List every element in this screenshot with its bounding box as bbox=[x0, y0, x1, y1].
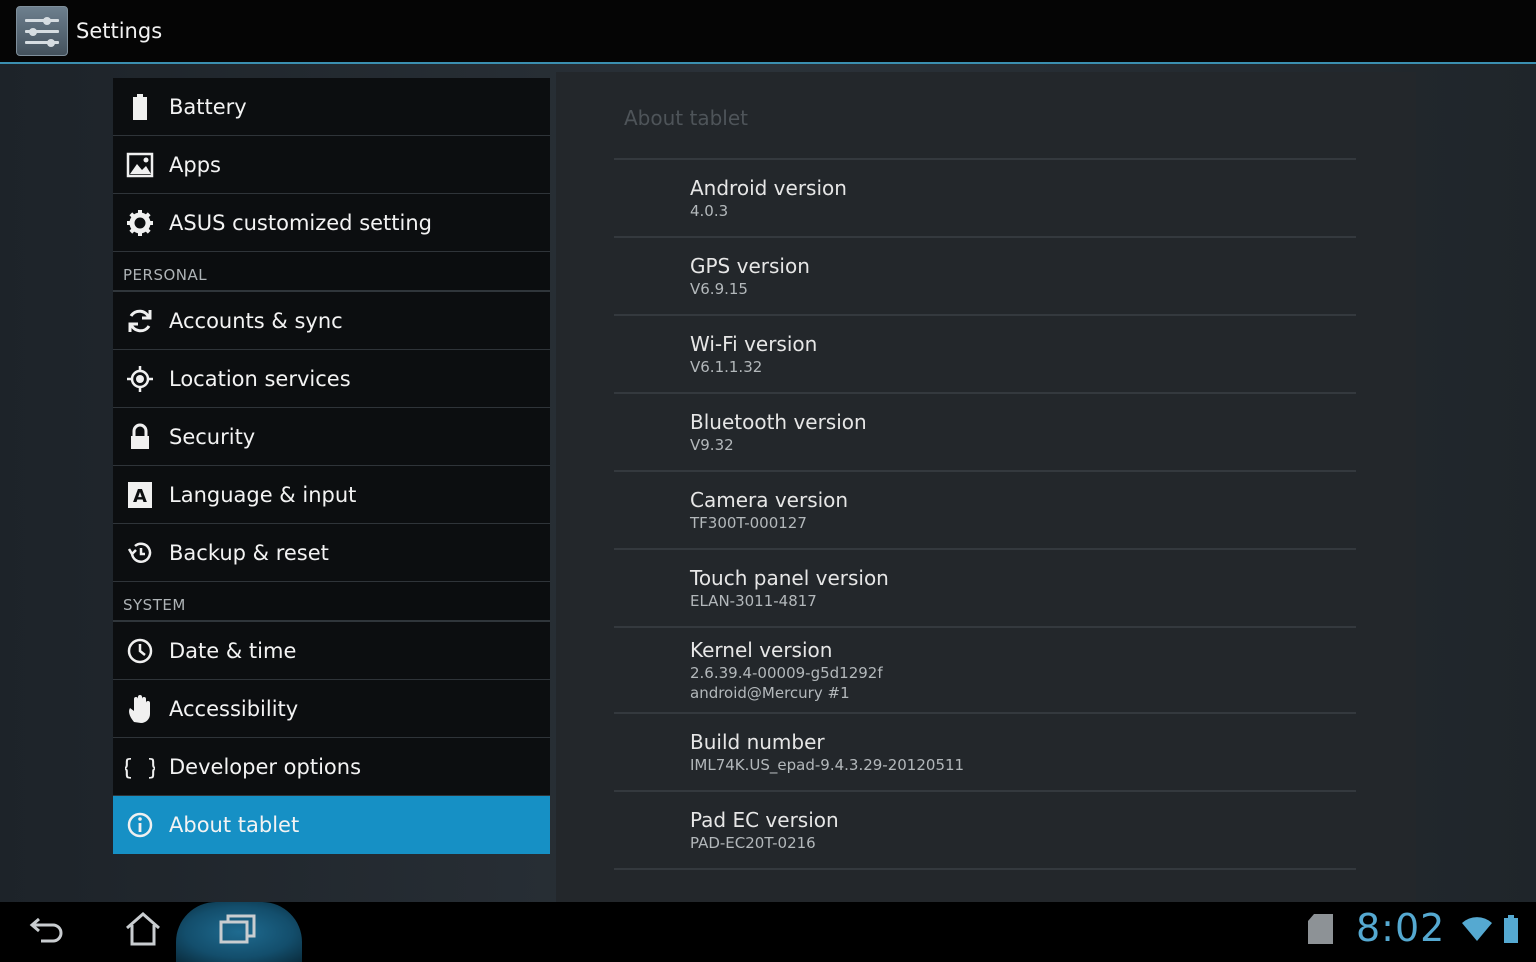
section-header-personal: PERSONAL bbox=[113, 252, 550, 292]
gear-icon bbox=[125, 208, 155, 238]
apps-icon bbox=[125, 150, 155, 180]
sidebar-item-label: Backup & reset bbox=[169, 540, 329, 565]
panel-title: About tablet bbox=[624, 106, 748, 130]
about-item-value: ELAN-3011-4817 bbox=[690, 592, 817, 610]
sidebar-item-developer-options[interactable]: { } Developer options bbox=[113, 738, 550, 796]
system-nav-bar: 8:02 bbox=[0, 902, 1536, 962]
about-item-gps-version[interactable]: GPS version V6.9.15 bbox=[614, 238, 1356, 316]
wifi-icon bbox=[1462, 916, 1492, 941]
about-item-title: Touch panel version bbox=[690, 566, 889, 590]
sd-card-status bbox=[1302, 902, 1338, 955]
about-item-title: Wi-Fi version bbox=[690, 332, 818, 356]
sidebar-item-accessibility[interactable]: Accessibility bbox=[113, 680, 550, 738]
sidebar-item-label: Language & input bbox=[169, 482, 357, 507]
about-info-list: Android version 4.0.3 GPS version V6.9.15 Wi… bbox=[614, 160, 1356, 870]
about-item-title: Bluetooth version bbox=[690, 410, 867, 434]
sidebar-item-security[interactable]: Security bbox=[113, 408, 550, 466]
sidebar-item-accounts-and-sync[interactable]: Accounts & sync bbox=[113, 292, 550, 350]
sidebar-item-apps[interactable]: Apps bbox=[113, 136, 550, 194]
about-tablet-panel: About tablet Android version 4.0.3 GPS ver… bbox=[556, 72, 1416, 902]
language-icon: A bbox=[125, 480, 155, 510]
settings-app-icon[interactable] bbox=[16, 6, 68, 56]
backup-icon bbox=[125, 538, 155, 568]
about-item-touch-panel-version[interactable]: Touch panel version ELAN-3011-4817 bbox=[614, 550, 1356, 628]
settings-main: Battery Apps ASUS customized setting PERSON… bbox=[0, 64, 1536, 902]
about-item-value: android@Mercury #1 bbox=[690, 684, 850, 702]
about-item-value: V6.9.15 bbox=[690, 280, 748, 298]
braces-icon: { } bbox=[125, 752, 155, 782]
about-item-kernel-version[interactable]: Kernel version 2.6.39.4-00009-g5d1292f and… bbox=[614, 628, 1356, 714]
sidebar-item-label: ASUS customized setting bbox=[169, 210, 432, 235]
settings-sidebar: Battery Apps ASUS customized setting PERSON… bbox=[113, 78, 550, 854]
sidebar-item-label: About tablet bbox=[169, 813, 300, 837]
hand-icon bbox=[125, 694, 155, 724]
battery-status-icon bbox=[1504, 914, 1518, 943]
lock-icon bbox=[125, 422, 155, 452]
sd-card-icon bbox=[1308, 913, 1333, 944]
sidebar-item-battery[interactable]: Battery bbox=[113, 78, 550, 136]
sidebar-item-language-and-input[interactable]: A Language & input bbox=[113, 466, 550, 524]
sidebar-item-label: Date & time bbox=[169, 638, 297, 663]
recent-apps-icon bbox=[219, 914, 256, 943]
home-icon bbox=[126, 911, 160, 945]
about-item-title: GPS version bbox=[690, 254, 810, 278]
action-bar: Settings bbox=[0, 0, 1536, 64]
sidebar-item-label: Apps bbox=[169, 152, 221, 177]
sidebar-item-label: Accounts & sync bbox=[169, 308, 343, 333]
about-item-value: TF300T-000127 bbox=[690, 514, 807, 532]
about-item-build-number[interactable]: Build number IML74K.US_epad-9.4.3.29-2012… bbox=[614, 714, 1356, 792]
about-item-pad-ec-version[interactable]: Pad EC version PAD-EC20T-0216 bbox=[614, 792, 1356, 870]
location-icon bbox=[125, 364, 155, 394]
about-item-value: V6.1.1.32 bbox=[690, 358, 763, 376]
sidebar-item-label: Security bbox=[169, 424, 256, 449]
section-header-system: SYSTEM bbox=[113, 582, 550, 622]
about-item-title: Android version bbox=[690, 176, 847, 200]
sidebar-item-label: Battery bbox=[169, 94, 247, 119]
about-item-title: Pad EC version bbox=[690, 808, 839, 832]
back-icon bbox=[29, 917, 63, 942]
sidebar-item-label: Developer options bbox=[169, 754, 362, 779]
sync-icon bbox=[125, 306, 155, 336]
about-item-title: Build number bbox=[690, 730, 825, 754]
about-item-value: PAD-EC20T-0216 bbox=[690, 834, 816, 852]
info-icon bbox=[125, 810, 155, 840]
sidebar-item-label: Accessibility bbox=[169, 696, 299, 721]
svg-text:A: A bbox=[133, 486, 147, 507]
about-item-value: 2.6.39.4-00009-g5d1292f bbox=[690, 664, 883, 682]
clock-icon bbox=[125, 636, 155, 666]
about-item-camera-version[interactable]: Camera version TF300T-000127 bbox=[614, 472, 1356, 550]
sidebar-item-date-and-time[interactable]: Date & time bbox=[113, 622, 550, 680]
about-item-android-version[interactable]: Android version 4.0.3 bbox=[614, 160, 1356, 238]
about-item-wi-fi-version[interactable]: Wi-Fi version V6.1.1.32 bbox=[614, 316, 1356, 394]
about-item-title: Camera version bbox=[690, 488, 849, 512]
back-button[interactable] bbox=[20, 902, 74, 955]
about-item-bluetooth-version[interactable]: Bluetooth version V9.32 bbox=[614, 394, 1356, 472]
sidebar-item-backup-and-reset[interactable]: Backup & reset bbox=[113, 524, 550, 582]
status-clock[interactable]: 8:02 bbox=[1356, 906, 1445, 950]
sidebar-item-label: Location services bbox=[169, 366, 351, 391]
home-button[interactable] bbox=[114, 902, 172, 955]
battery-icon bbox=[125, 92, 155, 122]
recent-apps-button[interactable] bbox=[205, 902, 271, 955]
app-title: Settings bbox=[76, 19, 163, 43]
about-item-value: V9.32 bbox=[690, 436, 734, 454]
sidebar-item-about-tablet[interactable]: About tablet bbox=[113, 796, 550, 854]
sidebar-item-asus-customized-setting[interactable]: ASUS customized setting bbox=[113, 194, 550, 252]
about-item-value: 4.0.3 bbox=[690, 202, 729, 220]
wifi-status bbox=[1460, 902, 1494, 955]
svg-text:{ }: { } bbox=[125, 756, 155, 781]
sidebar-item-location-services[interactable]: Location services bbox=[113, 350, 550, 408]
battery-status bbox=[1498, 902, 1524, 955]
about-item-title: Kernel version bbox=[690, 638, 833, 662]
about-item-value: IML74K.US_epad-9.4.3.29-20120511 bbox=[690, 756, 965, 774]
